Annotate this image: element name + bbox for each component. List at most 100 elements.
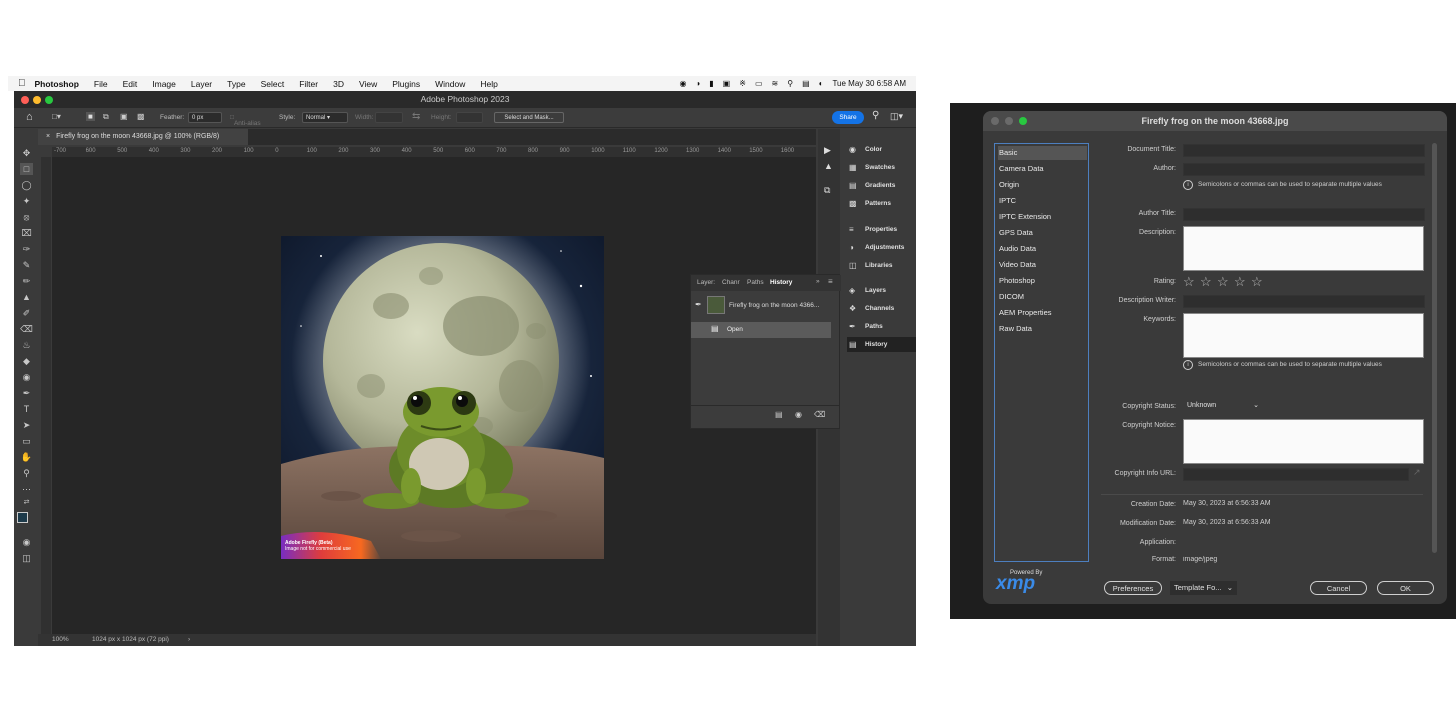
menu-select[interactable]: Select <box>261 79 285 89</box>
hand-tool-icon[interactable]: ✋ <box>20 451 33 463</box>
menu-file[interactable]: File <box>94 79 108 89</box>
foreground-color-swatch[interactable] <box>17 512 28 523</box>
template-folder-select[interactable]: Template Fo... ⌄ <box>1170 581 1237 595</box>
close-tab-icon[interactable]: × <box>46 133 50 140</box>
panel-menu-icon[interactable]: ≡ <box>828 277 833 286</box>
author-field[interactable] <box>1183 163 1425 176</box>
menu-layer[interactable]: Layer <box>191 79 212 89</box>
wifi-icon[interactable]: ≋ <box>772 79 779 88</box>
menu-3d[interactable]: 3D <box>333 79 344 89</box>
rating-star-1[interactable]: ☆ <box>1183 274 1195 290</box>
width-input[interactable] <box>375 112 403 123</box>
select-and-mask-button[interactable]: Select and Mask... <box>494 112 564 123</box>
trash-icon[interactable]: ⌫ <box>814 410 825 419</box>
brush-tool-icon[interactable]: ✏ <box>20 275 33 287</box>
panel-gradients[interactable]: ▤ Gradients <box>847 178 916 193</box>
magic-wand-icon[interactable]: ✦ <box>20 195 33 207</box>
menu-edit[interactable]: Edit <box>123 79 138 89</box>
search-icon[interactable]: ⚲ <box>872 110 879 121</box>
copyright-url-field[interactable] <box>1183 468 1409 481</box>
screen-mode-icon[interactable]: ◫ <box>20 552 33 564</box>
eyedropper-icon[interactable]: ✑ <box>20 243 33 255</box>
zoom-tool-icon[interactable]: ⚲ <box>20 467 33 479</box>
tab-paths[interactable]: Paths <box>747 279 764 286</box>
status-app-icon[interactable]: ◑ <box>695 79 700 88</box>
menu-image[interactable]: Image <box>152 79 176 89</box>
siri-icon[interactable]: ◐ <box>819 79 824 88</box>
document-title-field[interactable] <box>1183 144 1425 157</box>
feather-input[interactable]: 0 px <box>188 112 222 123</box>
open-url-icon[interactable]: ↗ <box>1413 467 1421 478</box>
copyright-status-select[interactable]: Unknown ⌄ <box>1183 400 1261 412</box>
move-tool-icon[interactable]: ✥ <box>20 147 33 159</box>
clone-source-icon[interactable]: ⧉ <box>824 185 830 196</box>
rating-star-5[interactable]: ☆ <box>1251 274 1263 290</box>
menu-window[interactable]: Window <box>435 79 465 89</box>
play-action-icon[interactable]: ▶ <box>824 145 831 156</box>
bluetooth-icon[interactable]: ※ <box>739 79 746 88</box>
panel-history[interactable]: ▤ History <box>847 337 916 352</box>
menu-filter[interactable]: Filter <box>299 79 318 89</box>
menu-help[interactable]: Help <box>480 79 497 89</box>
form-scrollbar[interactable] <box>1432 143 1437 553</box>
new-document-from-state-icon[interactable]: ▤ <box>775 410 783 419</box>
snapshot-source-icon[interactable]: ✒ <box>695 300 702 309</box>
author-title-field[interactable] <box>1183 208 1425 221</box>
rating-star-4[interactable]: ☆ <box>1234 274 1246 290</box>
blur-tool-icon[interactable]: ◆ <box>20 355 33 367</box>
history-snapshot[interactable]: ✒ Firefly frog on the moon 4366... <box>691 293 831 319</box>
swap-colors-icon[interactable]: ⇄ <box>20 497 33 509</box>
intersect-selection-icon[interactable]: ▩ <box>137 112 145 121</box>
zoom-level[interactable]: 100% <box>52 636 69 643</box>
menu-type[interactable]: Type <box>227 79 245 89</box>
menubar-clock[interactable]: Tue May 30 6:58 AM <box>832 79 906 88</box>
path-selection-icon[interactable]: ➤ <box>20 419 33 431</box>
healing-brush-icon[interactable]: ✎ <box>20 259 33 271</box>
dialog-zoom-button[interactable] <box>1019 117 1027 125</box>
panel-color[interactable]: ◉ Color <box>847 142 916 157</box>
ok-button[interactable]: OK <box>1377 581 1434 595</box>
frame-tool-icon[interactable]: ⌧ <box>20 227 33 239</box>
camera-snapshot-icon[interactable]: ◉ <box>795 410 802 419</box>
document-tab[interactable]: × Firefly frog on the moon 43668.jpg @ 10… <box>38 129 248 145</box>
sidebar-item-video-data[interactable]: Video Data <box>998 258 1087 272</box>
pen-tool-icon[interactable]: ✒ <box>20 387 33 399</box>
panel-swatches[interactable]: ▦ Swatches <box>847 160 916 175</box>
spotlight-icon[interactable]: ⚲ <box>787 79 793 88</box>
sidebar-item-raw-data[interactable]: Raw Data <box>998 322 1087 336</box>
menu-plugins[interactable]: Plugins <box>392 79 420 89</box>
description-field[interactable] <box>1183 226 1424 271</box>
tab-channels[interactable]: Chanr <box>722 279 740 286</box>
new-selection-icon[interactable]: ■ <box>86 112 95 121</box>
tab-history[interactable]: History <box>770 279 792 286</box>
home-icon[interactable]: ⌂ <box>26 111 33 123</box>
crop-tool-icon[interactable]: ⦻ <box>20 211 33 223</box>
zoom-window-button[interactable] <box>45 96 53 104</box>
preferences-button[interactable]: Preferences <box>1104 581 1162 595</box>
more-tools-icon[interactable]: ⋯ <box>20 483 33 495</box>
dodge-tool-icon[interactable]: ◉ <box>20 371 33 383</box>
tab-layers[interactable]: Layer: <box>697 279 715 286</box>
style-select[interactable]: Normal ▾ <box>302 112 348 123</box>
minimize-window-button[interactable] <box>33 96 41 104</box>
lasso-tool-icon[interactable]: ◯ <box>20 179 33 191</box>
share-button[interactable]: Share <box>832 111 864 124</box>
antialias-checkbox[interactable]: □ Anti-alias <box>230 114 261 127</box>
rating-star-3[interactable]: ☆ <box>1217 274 1229 290</box>
audio-icon[interactable]: ▮ <box>709 79 713 88</box>
cards-icon[interactable]: ▣ <box>723 79 731 88</box>
sidebar-item-audio-data[interactable]: Audio Data <box>998 242 1087 256</box>
brush-settings-icon[interactable]: ▲ <box>824 161 833 171</box>
eraser-tool-icon[interactable]: ⌫ <box>20 323 33 335</box>
marquee-preset-icon[interactable]: □▾ <box>52 112 61 121</box>
collapse-panel-icon[interactable]: » <box>816 278 820 285</box>
dialog-minimize-button[interactable] <box>1005 117 1013 125</box>
dialog-close-button[interactable] <box>991 117 999 125</box>
quick-mask-icon[interactable]: ◉ <box>20 536 33 548</box>
app-menu[interactable]: Photoshop <box>35 79 79 89</box>
creative-cloud-icon[interactable]: ◉ <box>679 79 686 88</box>
sidebar-item-iptc[interactable]: IPTC <box>998 194 1087 208</box>
description-writer-field[interactable] <box>1183 295 1425 308</box>
rating-star-2[interactable]: ☆ <box>1200 274 1212 290</box>
close-window-button[interactable] <box>21 96 29 104</box>
